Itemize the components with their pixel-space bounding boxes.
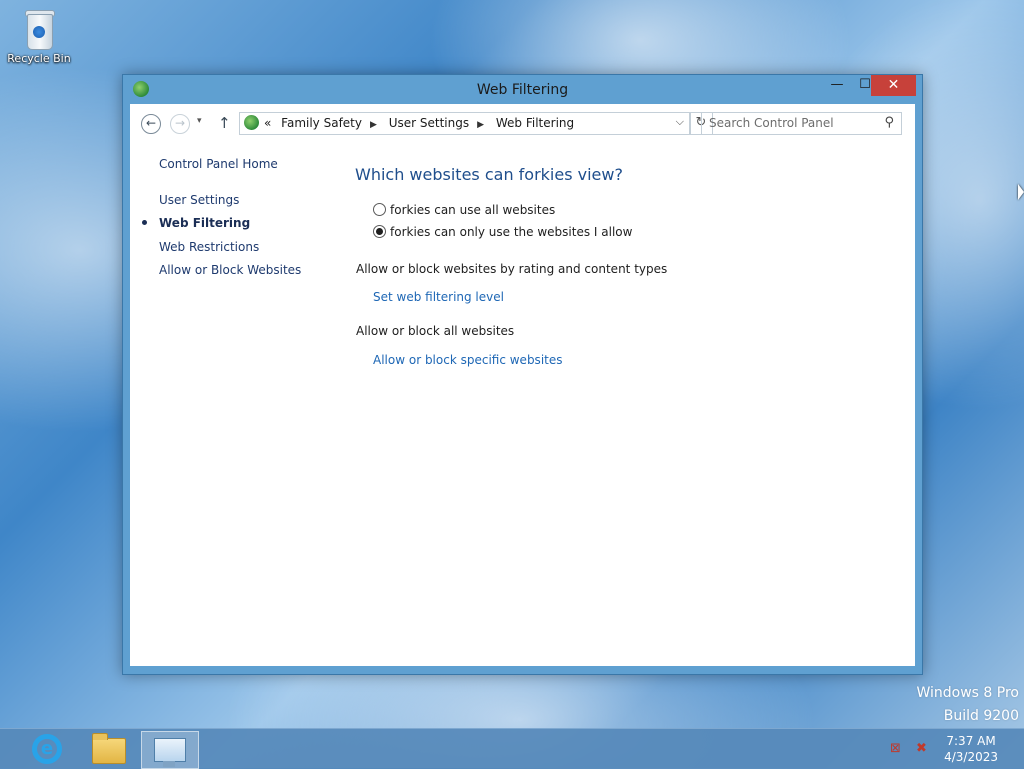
taskbar-internet-explorer[interactable]: e [18,731,74,767]
network-disconnected-icon[interactable]: ⊠ [890,741,901,756]
allow-block-specific-websites-link[interactable]: Allow or block specific websites [373,353,563,367]
search-icon[interactable]: ⚲ [884,115,894,130]
control-panel-icon [154,738,186,767]
web-filtering-window: Web Filtering — ☐ ✕ ← → ▾ ↑ « Family Saf… [122,74,923,675]
close-button[interactable]: ✕ [871,75,916,96]
mouse-cursor-icon [1018,184,1024,200]
left-sidebar: Control Panel Home User Settings Web Fil… [130,144,330,666]
sidebar-item-allow-or-block-websites[interactable]: Allow or Block Websites [159,263,301,277]
file-explorer-icon [92,733,126,764]
forward-button[interactable]: → [170,114,190,134]
sidebar-item-web-restrictions[interactable]: Web Restrictions [159,240,259,254]
family-safety-address-icon [244,115,259,130]
option-all-websites[interactable]: forkies can use all websites [373,203,555,217]
option-allowed-websites-only-label[interactable]: forkies can only use the websites I allo… [390,225,632,239]
radio-allowed-websites-only[interactable] [373,225,386,238]
main-panel: Which websites can forkies view? forkies… [350,144,890,666]
navigation-bar: ← → ▾ ↑ « Family Safety ▶ User Settings ▶ … [130,104,915,144]
address-bar[interactable]: « Family Safety ▶ User Settings ▶ Web Filt… [239,112,691,135]
radio-all-websites[interactable] [373,203,386,216]
content-area: Control Panel Home User Settings Web Fil… [130,144,915,666]
set-web-filtering-level-link[interactable]: Set web filtering level [373,290,504,304]
speaker-muted-icon[interactable]: ✖ [916,741,927,756]
back-button[interactable]: ← [141,114,161,134]
internet-explorer-icon: e [32,734,62,764]
option-all-websites-label[interactable]: forkies can use all websites [390,203,555,217]
taskbar-file-explorer[interactable] [80,731,136,767]
taskbar-control-panel[interactable] [141,731,199,769]
windows-build-watermark: Build 9200 [943,708,1019,724]
taskbar: e ⊠ ✖ 7:37 AM 4/3/2023 [0,728,1024,769]
sidebar-item-user-settings[interactable]: User Settings [159,193,239,207]
option-allowed-websites-only[interactable]: forkies can only use the websites I allo… [373,225,632,239]
breadcrumb-overflow[interactable]: « [264,116,271,130]
system-tray: ⊠ ✖ 7:37 AM 4/3/2023 [880,729,1024,769]
breadcrumb-separator-icon[interactable]: ▶ [477,120,484,130]
recent-locations-dropdown-icon[interactable]: ▾ [197,116,202,126]
current-page-bullet-icon [142,220,147,225]
recycle-bin-icon [22,6,56,50]
clock-date: 4/3/2023 [944,750,998,764]
window-title: Web Filtering [476,82,569,98]
title-bar[interactable]: Web Filtering — ☐ ✕ [123,75,922,103]
sidebar-item-control-panel-home[interactable]: Control Panel Home [159,157,278,171]
rating-section-label: Allow or block websites by rating and co… [356,262,668,276]
breadcrumb-web-filtering[interactable]: Web Filtering [496,116,574,130]
minimize-button[interactable]: — [823,75,851,96]
recycle-bin-desktop-icon[interactable]: Recycle Bin [6,6,72,65]
address-dropdown-icon[interactable]: ⌵ [676,115,684,129]
breadcrumb: « Family Safety ▶ User Settings ▶ Web Filt… [264,116,580,130]
breadcrumb-user-settings[interactable]: User Settings [389,116,469,130]
windows-edition-watermark: Windows 8 Pro [916,685,1019,701]
recycle-bin-label: Recycle Bin [7,52,71,65]
search-box[interactable]: ⚲ [701,112,902,135]
breadcrumb-family-safety[interactable]: Family Safety [281,116,362,130]
page-title: Which websites can forkies view? [355,165,623,184]
search-input[interactable] [702,113,874,132]
sidebar-item-web-filtering[interactable]: Web Filtering [159,216,250,230]
up-arrow-button[interactable]: ↑ [218,114,231,132]
all-websites-section-label: Allow or block all websites [356,324,515,338]
clock-time: 7:37 AM [946,734,996,748]
breadcrumb-separator-icon[interactable]: ▶ [370,120,377,130]
clock[interactable]: 7:37 AM 4/3/2023 [944,733,998,765]
